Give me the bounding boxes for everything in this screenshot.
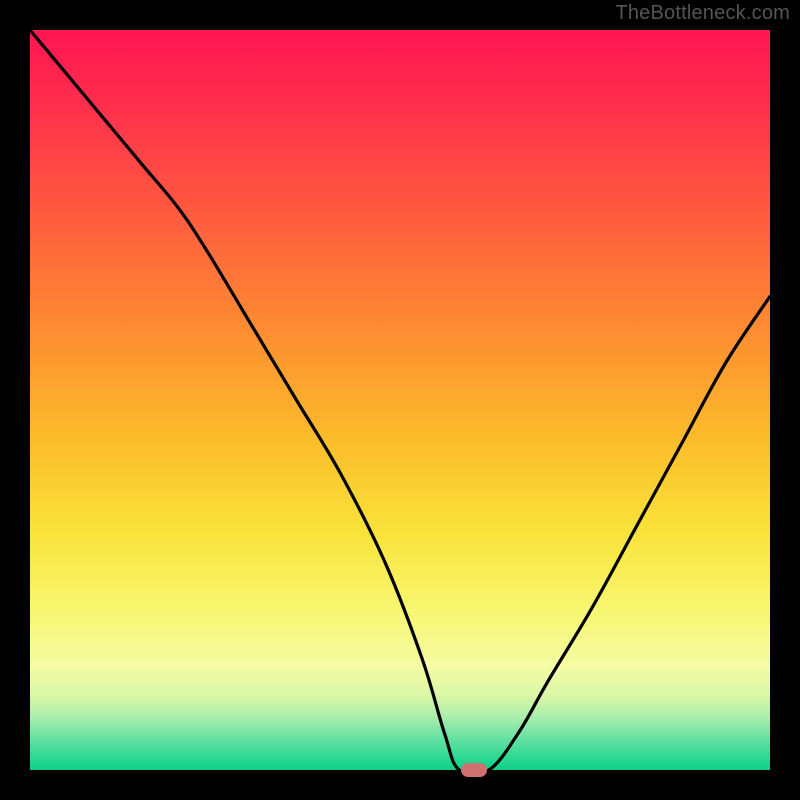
bottleneck-curve bbox=[30, 30, 770, 770]
chart-frame: TheBottleneck.com bbox=[0, 0, 800, 800]
attribution-text: TheBottleneck.com bbox=[615, 2, 790, 25]
curve-path bbox=[30, 30, 770, 775]
optimal-marker bbox=[461, 763, 487, 777]
plot-area bbox=[30, 30, 770, 770]
